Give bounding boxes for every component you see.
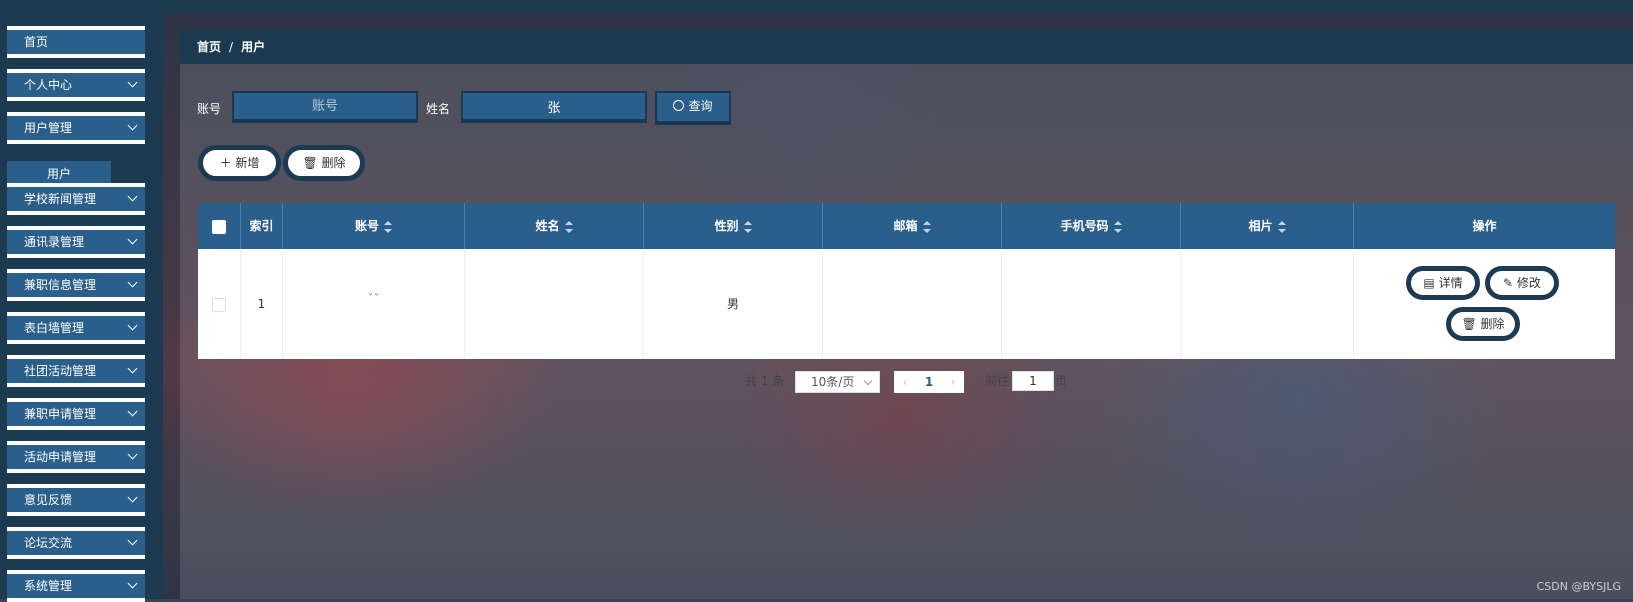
add-button[interactable]: ＋ 新增 (198, 145, 281, 181)
sidebar-item-feedback[interactable]: 意见反馈 (7, 484, 145, 516)
top-bar (0, 0, 1633, 13)
sort-icon[interactable] (922, 220, 931, 233)
plus-icon: ＋ (219, 156, 236, 170)
sort-icon[interactable] (1113, 220, 1122, 233)
chevron-down-icon (863, 376, 873, 386)
sidebar-item-forum[interactable]: 论坛交流 (7, 527, 145, 559)
sidebar-item-contacts[interactable]: 通讯录管理 (7, 226, 145, 258)
chevron-down-icon (127, 77, 138, 88)
chevron-down-icon (127, 535, 138, 546)
page-number-current[interactable]: 1 (916, 371, 942, 393)
table-row: 1 ˇˇ 男 ▤ 详情 ✎ 修改 🗑 删除 (198, 249, 1615, 359)
chevron-down-icon (127, 449, 138, 460)
row-select-cell (198, 249, 241, 359)
query-button[interactable]: 查询 (655, 91, 731, 125)
sort-icon[interactable] (743, 220, 752, 233)
chevron-left-icon: ‹ (902, 375, 908, 389)
goto-suffix: 页 (1055, 374, 1068, 388)
sort-icon[interactable] (384, 220, 392, 233)
sidebar-item-user-management[interactable]: 用户管理 (7, 112, 145, 144)
cell-phone (1002, 249, 1181, 359)
breadcrumb-separator: / (229, 40, 234, 54)
select-all-cell (198, 203, 241, 249)
name-search-input[interactable] (461, 91, 647, 123)
sort-icon[interactable] (564, 220, 573, 233)
chevron-down-icon (127, 234, 138, 245)
sidebar-item-profile[interactable]: 个人中心 (7, 69, 145, 101)
breadcrumb-home[interactable]: 首页 (197, 40, 221, 54)
next-page-button[interactable]: › (942, 371, 964, 393)
account-search-input[interactable] (232, 91, 418, 123)
chevron-down-icon (127, 277, 138, 288)
cell-name (465, 249, 644, 359)
chevron-down-icon (127, 492, 138, 503)
watermark: CSDN @BYSJLG (1536, 580, 1621, 593)
col-photo[interactable]: 相片 (1181, 203, 1354, 249)
pagination-total: 共 1 条 (745, 374, 785, 388)
col-account[interactable]: 账号 (283, 203, 465, 249)
cell-gender: 男 (644, 249, 823, 359)
cell-photo (1181, 249, 1354, 359)
name-label: 姓名 (426, 102, 451, 116)
cell-index: 1 (241, 249, 283, 359)
detail-button[interactable]: ▤ 详情 (1406, 266, 1480, 300)
col-actions: 操作 (1472, 219, 1497, 233)
edit-icon: ✎ (1503, 276, 1517, 290)
trash-icon: 🗑 (302, 156, 322, 170)
sort-icon[interactable] (1277, 220, 1286, 233)
prev-page-button[interactable]: ‹ (894, 371, 916, 393)
col-name[interactable]: 姓名 (465, 203, 644, 249)
col-email[interactable]: 邮箱 (823, 203, 1002, 249)
document-icon: ▤ (1423, 276, 1439, 290)
chevron-down-icon (127, 406, 138, 417)
chevron-down-icon (127, 578, 138, 589)
trash-icon: 🗑 (1461, 317, 1481, 331)
select-all-checkbox[interactable] (212, 219, 226, 234)
sidebar-item-parttime-apply[interactable]: 兼职申请管理 (7, 398, 145, 430)
account-label: 账号 (197, 102, 222, 116)
cell-email (823, 249, 1002, 359)
breadcrumb: 首页 / 用户 (180, 30, 1633, 64)
goto-prefix: 前往 (985, 374, 1010, 388)
row-delete-button[interactable]: 🗑 删除 (1446, 307, 1520, 341)
table-header: 索引 账号 姓名 性别 邮箱 手机号码 相片 操作 (198, 203, 1615, 249)
chevron-right-icon: › (950, 375, 956, 389)
sidebar-item-parttime-info[interactable]: 兼职信息管理 (7, 269, 145, 301)
sidebar-item-club-activities[interactable]: 社团活动管理 (7, 355, 145, 387)
chevron-down-icon (127, 191, 138, 202)
sidebar-item-system[interactable]: 系统管理 (7, 570, 145, 602)
sidebar-item-school-news[interactable]: 学校新闻管理 (7, 183, 145, 215)
cell-account: ˇˇ (283, 249, 465, 359)
search-icon (673, 100, 685, 111)
col-index: 索引 (241, 203, 283, 249)
sidebar-item-home[interactable]: 首页 (7, 26, 145, 58)
sidebar: 首页 个人中心 用户管理 用户 学校新闻管理 通讯录管理 兼职信息管理 表白墙管… (0, 13, 163, 602)
chevron-down-icon (127, 320, 138, 331)
sidebar-item-activity-apply[interactable]: 活动申请管理 (7, 441, 145, 473)
page-size-select[interactable]: 10条/页 (795, 371, 880, 393)
chevron-down-icon (127, 120, 138, 131)
chevron-down-icon (127, 363, 138, 374)
sidebar-item-confession-wall[interactable]: 表白墙管理 (7, 312, 145, 344)
goto-page-input[interactable] (1012, 371, 1054, 391)
cell-actions: ▤ 详情 ✎ 修改 🗑 删除 (1354, 249, 1615, 359)
col-phone[interactable]: 手机号码 (1002, 203, 1181, 249)
edit-button[interactable]: ✎ 修改 (1485, 266, 1559, 300)
col-gender[interactable]: 性别 (644, 203, 823, 249)
breadcrumb-current: 用户 (241, 40, 266, 54)
batch-delete-button[interactable]: 🗑 删除 (283, 145, 365, 181)
row-checkbox[interactable] (212, 297, 226, 312)
